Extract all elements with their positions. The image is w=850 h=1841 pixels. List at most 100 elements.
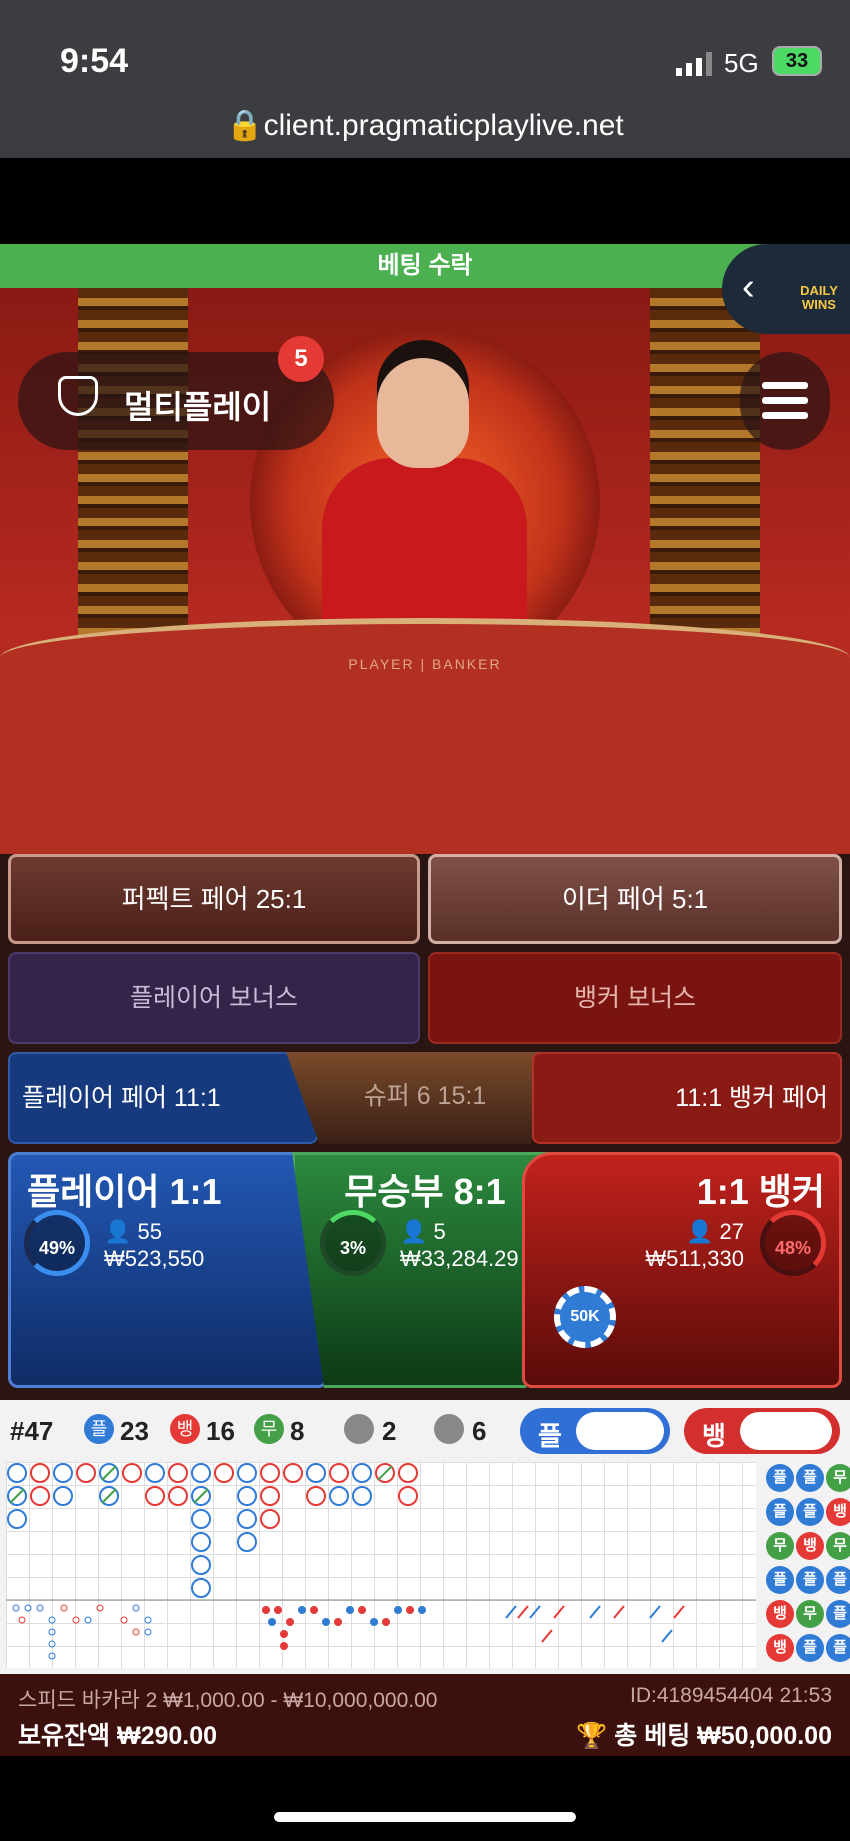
battery-icon: 33 (772, 46, 822, 76)
player-ask-button[interactable]: 플 (520, 1408, 670, 1454)
game-id-time: ID:4189454404 21:53 (629, 1684, 832, 1707)
banker-pair-bet[interactable]: 11:1 뱅커 페어 (532, 1052, 842, 1144)
banker-percent-ring: 48% (760, 1210, 826, 1276)
player-pair-bet[interactable]: 플레이어 페어 11:1 (8, 1052, 318, 1144)
chip-50k[interactable]: 50K (554, 1286, 616, 1348)
clock: 9:54 (60, 42, 129, 80)
mini-bead: 뱅 (766, 1600, 794, 1628)
player-ask-label: 플 (538, 1421, 562, 1451)
banker-ask-label: 뱅 (702, 1421, 726, 1451)
player-percent-ring: 49% (24, 1210, 90, 1276)
mini-bead: 무 (796, 1600, 824, 1628)
mini-bead: 무 (826, 1532, 850, 1560)
daily-wins-button[interactable]: ‹ DAILY WINS (722, 244, 850, 334)
table-print: PLAYER | BANKER (348, 656, 502, 672)
roadmap-summary: #47 플 23 뱅 16 무 8 2 6 플 뱅 (0, 1400, 850, 1460)
banker-bonus-bet[interactable]: 뱅커 보너스 (428, 952, 842, 1044)
letterbox (0, 158, 850, 244)
roadmap-panel: #47 플 23 뱅 16 무 8 2 6 플 뱅 플 플 무 플 플 뱅 무 … (0, 1400, 850, 1674)
url-bar[interactable]: 🔒client.pragmaticplaylive.net (0, 108, 850, 143)
mini-bead: 플 (796, 1464, 824, 1492)
hamburger-icon (762, 382, 808, 389)
tie-amount: ₩33,284.29 (400, 1246, 519, 1271)
network-type: 5G (724, 48, 759, 78)
decor-pillar-left (78, 288, 188, 668)
player-bet-label: 플레이어 1:1 (27, 1171, 222, 1212)
mini-bead: 플 (766, 1566, 794, 1594)
hamburger-icon-line (762, 397, 808, 404)
player-user-count: 55 (137, 1219, 163, 1244)
url-text: client.pragmaticplaylive.net (263, 109, 624, 142)
dealer-head (377, 358, 469, 468)
lock-icon: 🔒 (226, 109, 264, 142)
banker-user-count: 27 (719, 1219, 744, 1244)
mini-bead: 플 (796, 1634, 824, 1662)
ask-preview-icon (576, 1412, 664, 1450)
multiplay-badge: 5 (278, 336, 324, 382)
balance-value: ₩290.00 (116, 1722, 218, 1750)
balance-label: 보유잔액 (18, 1722, 111, 1750)
user-icon: 👤 (104, 1219, 132, 1244)
perfect-pair-bet[interactable]: 퍼펙트 페어 25:1 (8, 854, 420, 944)
hamburger-icon-line (762, 412, 808, 419)
player-bonus-bet[interactable]: 플레이어 보너스 (8, 952, 420, 1044)
banker-pair-count: 6 (472, 1416, 487, 1446)
mini-bead: 플 (826, 1566, 850, 1594)
mini-bead: 뱅 (826, 1498, 850, 1526)
player-amount: ₩523,550 (104, 1246, 205, 1271)
status-bar: 9:54 5G 33 🔒client.pragmaticplaylive.net (0, 0, 850, 158)
mini-bead: 플 (796, 1498, 824, 1526)
multiplay-label: 멀티플레이 (124, 389, 272, 425)
banker-pair-icon (434, 1414, 464, 1444)
banker-amount: ₩511,330 (645, 1246, 744, 1271)
tie-user-count: 5 (433, 1219, 446, 1244)
ask-road-mini: 플 플 무 플 플 뱅 무 뱅 무 플 플 플 뱅 무 플 뱅 플 플 (764, 1462, 850, 1668)
total-bet: 🏆 총 베팅 ₩50,000.00 (576, 1716, 832, 1752)
super6-bet[interactable]: 슈퍼 6 15:1 (286, 1052, 564, 1144)
decor-pillar-right (650, 288, 760, 668)
user-icon: 👤 (685, 1219, 714, 1244)
banker-count: 16 (206, 1416, 235, 1446)
balance: 보유잔액 ₩290.00 (18, 1716, 217, 1752)
mini-bead: 플 (766, 1498, 794, 1526)
banker-ask-button[interactable]: 뱅 (684, 1408, 840, 1454)
multiplay-icon (58, 376, 98, 416)
total-bet-value: ₩50,000.00 (697, 1722, 832, 1750)
road-marks (6, 1463, 756, 1660)
total-bet-label: 총 베팅 (614, 1722, 691, 1750)
mini-bead: 뱅 (796, 1532, 824, 1560)
player-pair-icon (344, 1414, 374, 1444)
table-limits: 스피드 바카라 2 ₩1,000.00 - ₩10,000,000.00 (18, 1689, 438, 1712)
mini-bead: 뱅 (766, 1634, 794, 1662)
mini-bead: 무 (826, 1464, 850, 1492)
home-indicator[interactable] (274, 1812, 576, 1822)
trophy-icon: 🏆 (576, 1722, 608, 1750)
round-number: #47 (10, 1416, 54, 1446)
mini-bead: 플 (826, 1634, 850, 1662)
either-pair-bet[interactable]: 이더 페어 5:1 (428, 854, 842, 944)
banker-bet-label: 1:1 뱅커 (696, 1171, 825, 1212)
daily-wins-logo: DAILY WINS (800, 283, 838, 312)
banker-stats: 👤 27 ₩511,330 (640, 1218, 744, 1272)
user-icon: 👤 (400, 1219, 428, 1244)
mini-bead: 플 (796, 1566, 824, 1594)
mini-bead: 플 (766, 1464, 794, 1492)
baccarat-table (0, 618, 850, 854)
tie-stats: 👤 5 ₩33,284.29 (400, 1218, 519, 1272)
dealer-body (322, 458, 527, 638)
mini-bead: 플 (826, 1600, 850, 1628)
menu-button[interactable] (740, 352, 830, 450)
signal-icon (676, 52, 712, 76)
tie-bet-label: 무승부 8:1 (344, 1171, 506, 1212)
player-pair-count: 2 (382, 1416, 397, 1446)
banker-glyph: 뱅 (170, 1414, 200, 1444)
mini-bead: 무 (766, 1532, 794, 1560)
bead-road-grid[interactable] (6, 1462, 756, 1668)
player-glyph: 플 (84, 1414, 114, 1444)
tie-count: 8 (290, 1416, 305, 1446)
ask-preview-icon (740, 1412, 832, 1450)
player-stats: 👤 55 ₩523,550 (104, 1218, 204, 1272)
tie-glyph: 무 (254, 1414, 284, 1444)
footer-bar: 스피드 바카라 2 ₩1,000.00 - ₩10,000,000.00 ID:… (0, 1674, 850, 1756)
back-arrow-icon: ‹ (742, 266, 755, 308)
